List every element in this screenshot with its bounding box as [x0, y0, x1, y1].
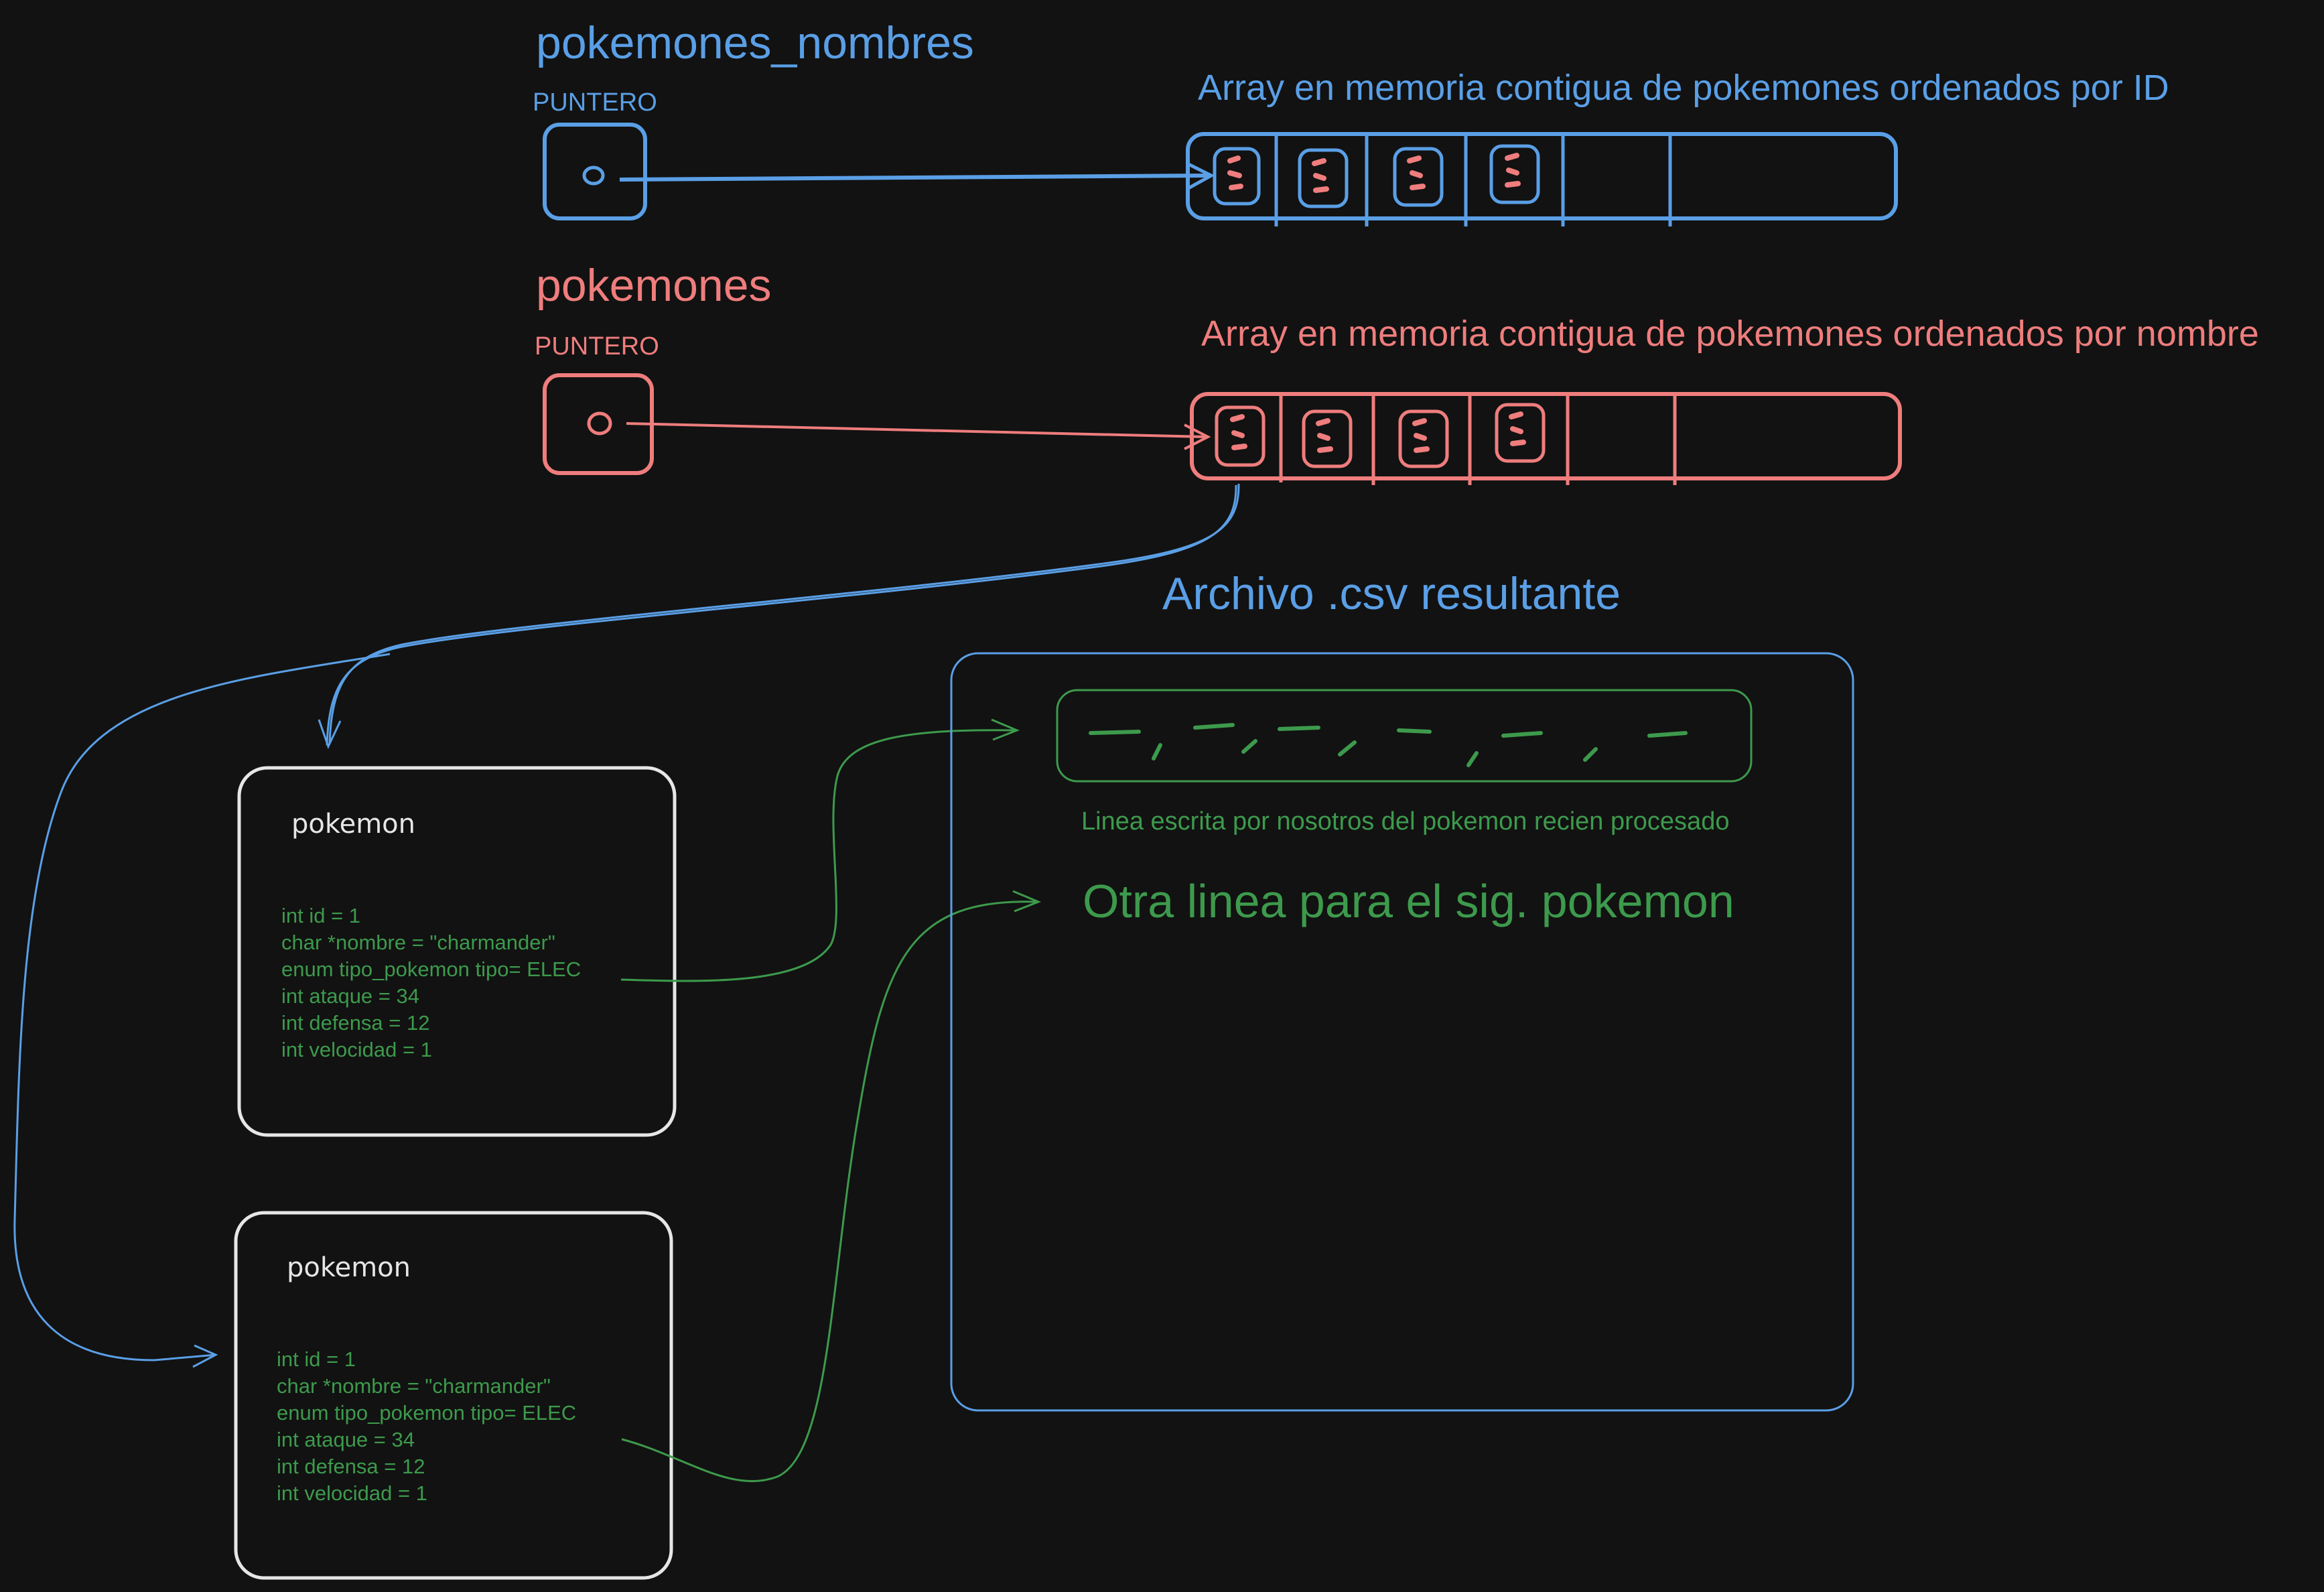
- card-2-field-id: int id = 1: [277, 1347, 356, 1371]
- array-cell-item-icon: [1393, 147, 1444, 207]
- card-2-field-tipo: enum tipo_pokemon tipo= ELEC: [277, 1401, 577, 1424]
- array-ids-caption: Array en memoria contigua de pokemones o…: [1198, 68, 2169, 108]
- csv-record-line: [1056, 689, 1753, 783]
- card-2-field-velocidad: int velocidad = 1: [277, 1481, 427, 1505]
- pointer-ids-type-label: PUNTERO: [533, 88, 657, 117]
- diagram-canvas: pokemones_nombres PUNTERO Array en memor…: [0, 0, 2324, 1592]
- pointer-arrow-names: [626, 422, 1211, 450]
- csv-title: Archivo .csv resultante: [1162, 568, 1621, 619]
- card-2-fields: int id = 1 char *nombre = "charmander" e…: [277, 1346, 576, 1507]
- csv-line-note: Linea escrita por nosotros del pokemon r…: [1081, 807, 1730, 836]
- array-ids: [1186, 132, 1898, 226]
- pointer-arrow-ids: [619, 161, 1215, 191]
- array-cell-item-icon: [1213, 147, 1261, 206]
- pointer-names-name: pokemones: [536, 260, 772, 311]
- array-cell-item-icon: [1495, 403, 1546, 463]
- card-1-field-ataque: int ataque = 34: [281, 984, 419, 1008]
- card-1-field-id: int id = 1: [281, 904, 361, 927]
- card2-to-next-line-arrow: [621, 890, 1041, 1483]
- card-1-field-velocidad: int velocidad = 1: [281, 1038, 432, 1061]
- card1-to-csv-arrow: [620, 718, 1020, 982]
- card-1-field-nombre: char *nombre = "charmander": [281, 931, 555, 954]
- card-2-field-nombre: char *nombre = "charmander": [277, 1374, 551, 1398]
- array-names: [1190, 392, 1902, 485]
- element-to-card-arrow: [318, 483, 1240, 749]
- array-names-caption: Array en memoria contigua de pokemones o…: [1201, 314, 2259, 354]
- card-1-field-defensa: int defensa = 12: [281, 1011, 430, 1035]
- pointer-names-type-label: PUNTERO: [535, 332, 659, 360]
- csv-next-line: Otra linea para el sig. pokemon: [1083, 875, 1734, 927]
- array-cell-item-icon: [1215, 405, 1266, 467]
- array-cell-item-icon: [1302, 409, 1353, 468]
- card-1-field-tipo: enum tipo_pokemon tipo= ELEC: [281, 957, 582, 981]
- array-cell-item-icon: [1398, 409, 1449, 468]
- card-2-field-ataque: int ataque = 34: [277, 1428, 415, 1451]
- card-2-field-defensa: int defensa = 12: [277, 1455, 425, 1478]
- array-cell-item-icon: [1489, 144, 1540, 204]
- card-2-title: pokemon: [287, 1252, 411, 1283]
- card-1-title: pokemon: [291, 809, 415, 840]
- csv-file-box: [950, 652, 1854, 1412]
- pointer-box-ids: [543, 123, 647, 220]
- array-cell-item-icon: [1298, 148, 1349, 208]
- card-1-fields: int id = 1 char *nombre = "charmander" e…: [281, 903, 581, 1063]
- pointer-ids-name: pokemones_nombres: [536, 17, 974, 68]
